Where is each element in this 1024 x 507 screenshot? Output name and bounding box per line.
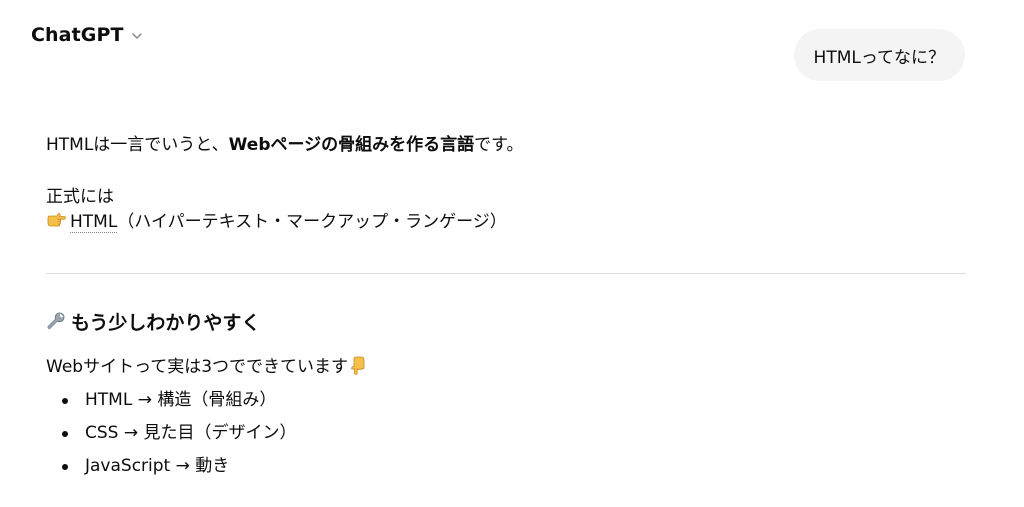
intro-text-end: です。 xyxy=(474,135,524,155)
chat-page: ChatGPT HTMLってなに？ HTMLは一言でいうと、Webページの骨組み… xyxy=(0,0,1024,507)
assistant-response: HTMLは一言でいうと、Webページの骨組みを作る言語です。 正式には HTML… xyxy=(46,133,966,487)
wrench-icon xyxy=(47,312,65,329)
html-expansion: （ハイパーテキスト・マークアップ・ランゲージ） xyxy=(117,212,507,232)
list-item: JavaScript → 動き xyxy=(62,454,966,479)
chevron-down-icon xyxy=(131,33,142,39)
intro-bold-text: Webページの骨組みを作る言語 xyxy=(228,135,475,155)
intro-text: HTMLは一言でいうと、 xyxy=(46,135,229,155)
formal-label: 正式には xyxy=(46,187,114,207)
section-heading: もう少しわかりやすく xyxy=(46,310,966,336)
intro-paragraph: HTMLは一言でいうと、Webページの骨組みを作る言語です。 xyxy=(46,133,966,158)
model-name: ChatGPT xyxy=(31,24,124,46)
user-message-bubble: HTMLってなに？ xyxy=(793,29,965,81)
pointing-right-hand-icon xyxy=(47,213,66,227)
model-selector[interactable]: ChatGPT xyxy=(31,24,144,46)
list-item: CSS → 見た目（デザイン） xyxy=(62,421,966,446)
user-message-text: HTMLってなに？ xyxy=(813,47,945,68)
formal-name-line: HTML（ハイパーテキスト・マークアップ・ランゲージ） xyxy=(46,210,966,235)
bullet-list: HTML → 構造（骨組み） CSS → 見た目（デザイン） JavaScrip… xyxy=(46,388,966,479)
html-abbreviation[interactable]: HTML xyxy=(70,212,118,233)
section-title-text: もう少しわかりやすく xyxy=(71,312,261,334)
pointing-down-hand-icon xyxy=(351,356,365,375)
section-divider xyxy=(46,273,966,274)
section-lead: Webサイトって実は3つでできています xyxy=(46,355,966,380)
section-lead-text: Webサイトって実は3つでできています xyxy=(46,357,349,377)
list-item: HTML → 構造（骨組み） xyxy=(62,388,966,413)
